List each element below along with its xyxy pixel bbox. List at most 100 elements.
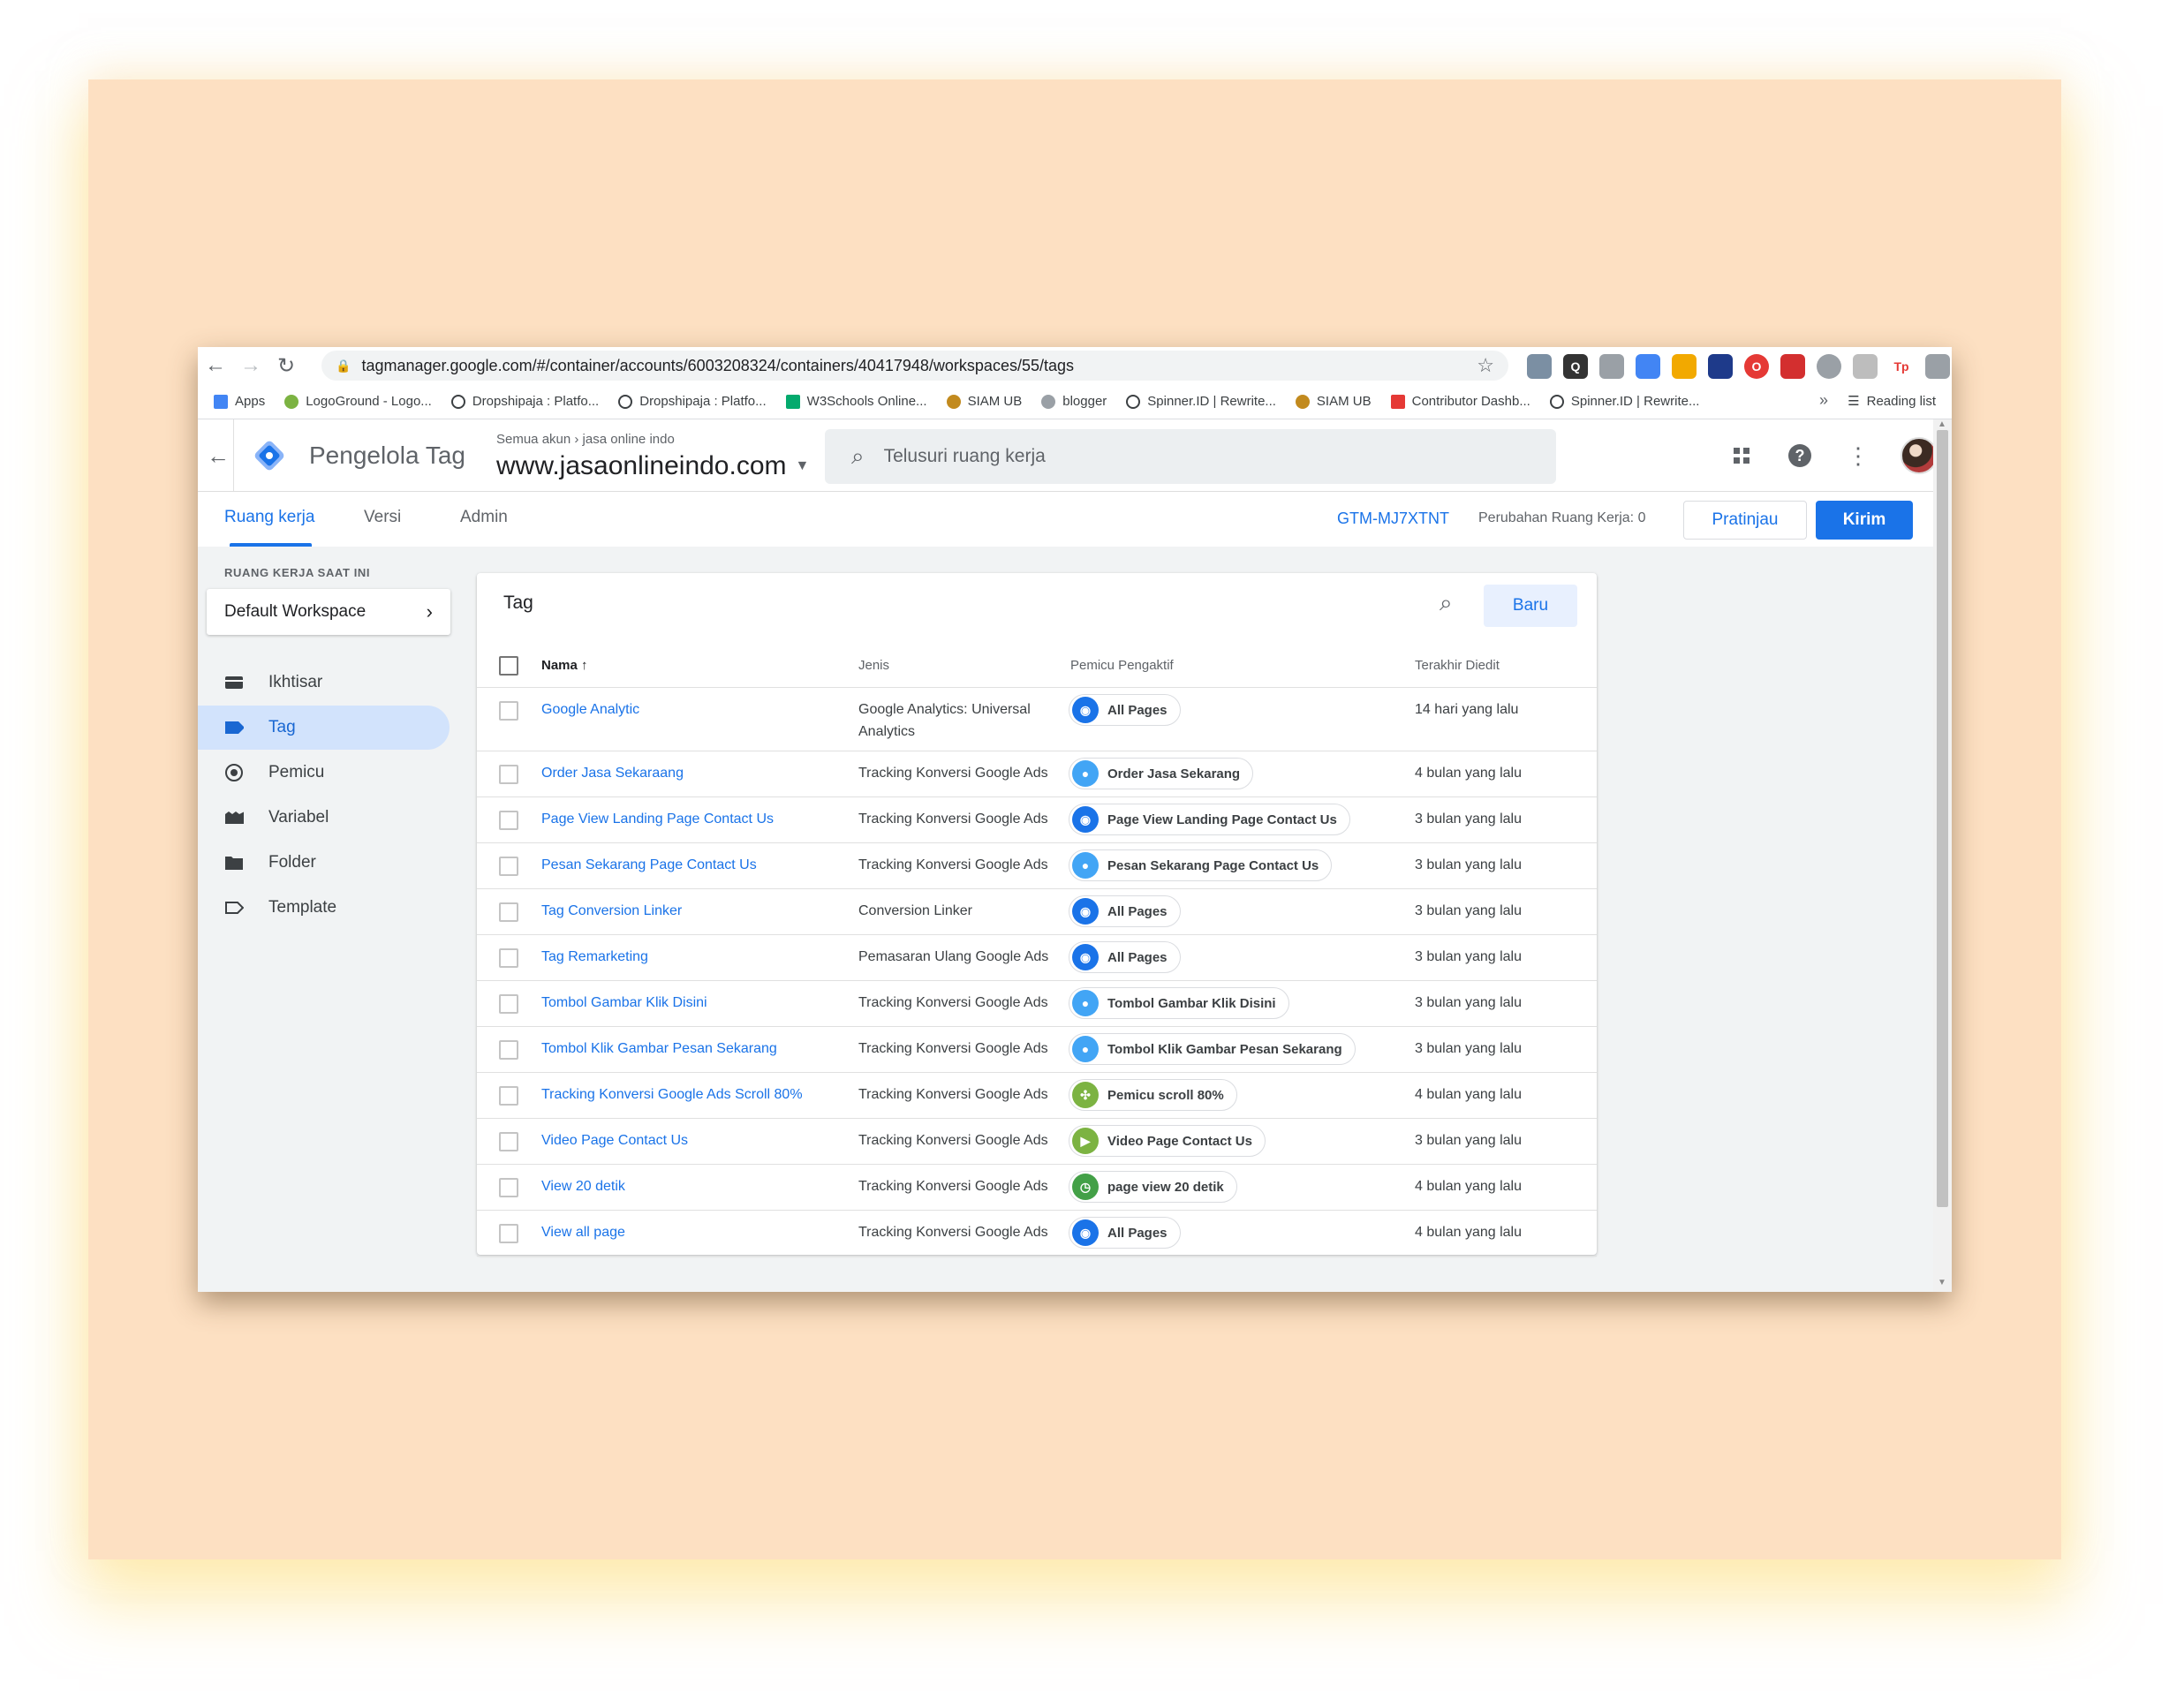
- tag-name-link[interactable]: Order Jasa Sekaraang: [541, 766, 684, 781]
- workspace-search[interactable]: ⌕ Telusuri ruang kerja: [825, 429, 1556, 484]
- tag-name-link[interactable]: Google Analytic: [541, 702, 639, 718]
- sidebar-item-template[interactable]: Template: [198, 886, 450, 930]
- tag-name-link[interactable]: Page View Landing Page Contact Us: [541, 812, 774, 827]
- extension-icon[interactable]: [1853, 354, 1878, 379]
- trigger-chip[interactable]: ◉ All Pages: [1069, 694, 1181, 726]
- back-arrow-icon[interactable]: ←: [207, 442, 230, 470]
- scroll-down-icon[interactable]: ▼: [1938, 1278, 1946, 1287]
- table-row[interactable]: Pesan Sekarang Page Contact Us Tracking K…: [477, 843, 1597, 889]
- column-type[interactable]: Jenis: [858, 658, 889, 673]
- back-nav-icon[interactable]: ←: [198, 348, 233, 383]
- sidebar-item-folder[interactable]: Folder: [198, 841, 450, 885]
- reload-icon[interactable]: ↻: [268, 348, 304, 383]
- trigger-chip[interactable]: ▶ Video Page Contact Us: [1069, 1125, 1266, 1157]
- table-row[interactable]: View all page Tracking Konversi Google Ad…: [477, 1211, 1597, 1257]
- new-tag-button[interactable]: Baru: [1484, 585, 1577, 627]
- table-row[interactable]: Tombol Gambar Klik Disini Tracking Konver…: [477, 981, 1597, 1027]
- sidebar-item-variable[interactable]: Variabel: [198, 796, 450, 840]
- trigger-chip[interactable]: ◉ All Pages: [1069, 1217, 1181, 1249]
- row-checkbox[interactable]: [499, 1132, 518, 1151]
- user-avatar[interactable]: [1901, 437, 1938, 474]
- trigger-chip[interactable]: ✣ Pemicu scroll 80%: [1069, 1079, 1237, 1111]
- bookmark-item[interactable]: blogger: [1041, 394, 1107, 409]
- reading-list-button[interactable]: ☰ Reading list: [1848, 393, 1936, 410]
- tab-versions[interactable]: Versi: [364, 508, 401, 527]
- select-all-checkbox[interactable]: [499, 656, 518, 676]
- extension-icon[interactable]: [1599, 354, 1624, 379]
- tab-admin[interactable]: Admin: [460, 508, 508, 527]
- trigger-chip[interactable]: ● Pesan Sekarang Page Contact Us: [1069, 849, 1333, 881]
- row-checkbox[interactable]: [499, 1178, 518, 1197]
- forward-nav-icon[interactable]: →: [233, 348, 268, 383]
- extension-icon[interactable]: [1925, 354, 1950, 379]
- sidebar-item-trigger[interactable]: Pemicu: [198, 751, 450, 795]
- row-checkbox[interactable]: [499, 857, 518, 876]
- extension-icon[interactable]: O: [1744, 354, 1769, 379]
- help-icon[interactable]: ?: [1784, 440, 1816, 472]
- extension-icon[interactable]: [1636, 354, 1660, 379]
- row-checkbox[interactable]: [499, 701, 518, 721]
- row-checkbox[interactable]: [499, 994, 518, 1014]
- column-trigger[interactable]: Pemicu Pengaktif: [1070, 658, 1174, 673]
- more-vert-icon[interactable]: ⋮: [1842, 440, 1874, 472]
- preview-button[interactable]: Pratinjau: [1683, 501, 1807, 540]
- search-icon[interactable]: ⌕: [1440, 589, 1453, 617]
- extension-icon[interactable]: [1527, 354, 1552, 379]
- bookmark-item[interactable]: SIAM UB: [946, 394, 1022, 409]
- tag-name-link[interactable]: Video Page Contact Us: [541, 1133, 688, 1149]
- container-selector[interactable]: www.jasaonlineindo.com ▼: [496, 451, 809, 481]
- bookmark-star-icon[interactable]: ☆: [1477, 354, 1494, 377]
- more-bookmarks-icon[interactable]: »: [1819, 391, 1828, 410]
- container-id-link[interactable]: GTM-MJ7XTNT: [1337, 510, 1449, 528]
- extension-icon[interactable]: [1817, 354, 1841, 379]
- trigger-chip[interactable]: ● Tombol Klik Gambar Pesan Sekarang: [1069, 1033, 1356, 1065]
- tag-name-link[interactable]: Pesan Sekarang Page Contact Us: [541, 857, 757, 873]
- table-row[interactable]: Video Page Contact Us Tracking Konversi G…: [477, 1119, 1597, 1165]
- row-checkbox[interactable]: [499, 811, 518, 830]
- bookmark-apps[interactable]: Apps: [214, 394, 265, 409]
- trigger-chip[interactable]: ● Tombol Gambar Klik Disini: [1069, 987, 1289, 1019]
- table-row[interactable]: Tag Conversion Linker Conversion Linker ◉ A…: [477, 889, 1597, 935]
- scroll-up-icon[interactable]: ▲: [1938, 419, 1946, 429]
- tag-name-link[interactable]: Tag Conversion Linker: [541, 903, 682, 919]
- extension-icon[interactable]: [1780, 354, 1805, 379]
- bookmark-item[interactable]: SIAM UB: [1295, 394, 1372, 409]
- tag-name-link[interactable]: View 20 detik: [541, 1179, 625, 1195]
- row-checkbox[interactable]: [499, 765, 518, 784]
- trigger-chip[interactable]: ◉ All Pages: [1069, 895, 1181, 927]
- tag-name-link[interactable]: Tombol Klik Gambar Pesan Sekarang: [541, 1041, 777, 1057]
- bookmark-item[interactable]: LogoGround - Logo...: [284, 394, 432, 409]
- table-row[interactable]: Google Analytic Google Analytics: Univers…: [477, 688, 1597, 751]
- account-breadcrumb[interactable]: Semua akun › jasa online indo: [496, 432, 675, 447]
- tag-name-link[interactable]: Tag Remarketing: [541, 949, 648, 965]
- workspace-selector[interactable]: Default Workspace ›: [207, 589, 450, 635]
- tag-name-link[interactable]: Tracking Konversi Google Ads Scroll 80%: [541, 1087, 803, 1103]
- trigger-chip[interactable]: ◉ Page View Landing Page Contact Us: [1069, 804, 1350, 835]
- tag-name-link[interactable]: Tombol Gambar Klik Disini: [541, 995, 707, 1011]
- trigger-chip[interactable]: ● Order Jasa Sekarang: [1069, 758, 1254, 789]
- bookmark-item[interactable]: Spinner.ID | Rewrite...: [1126, 394, 1276, 409]
- bookmark-item[interactable]: Spinner.ID | Rewrite...: [1549, 394, 1699, 409]
- apps-grid-icon[interactable]: [1726, 440, 1757, 472]
- column-name[interactable]: Nama ↑: [541, 658, 588, 673]
- extension-icon[interactable]: Q: [1563, 354, 1588, 379]
- trigger-chip[interactable]: ◉ All Pages: [1069, 941, 1181, 973]
- scrollbar-thumb[interactable]: [1937, 430, 1948, 1207]
- table-row[interactable]: Tombol Klik Gambar Pesan Sekarang Trackin…: [477, 1027, 1597, 1073]
- sidebar-item-tag[interactable]: Tag: [198, 706, 450, 750]
- extension-icon[interactable]: [1708, 354, 1733, 379]
- row-checkbox[interactable]: [499, 1040, 518, 1060]
- page-scrollbar[interactable]: ▲ ▼: [1933, 419, 1952, 1292]
- table-row[interactable]: Order Jasa Sekaraang Tracking Konversi Go…: [477, 751, 1597, 797]
- bookmark-item[interactable]: Dropshipaja : Platfo...: [450, 394, 599, 409]
- bookmark-item[interactable]: W3Schools Online...: [785, 394, 927, 409]
- bookmark-item[interactable]: Dropshipaja : Platfo...: [618, 394, 767, 409]
- column-edited[interactable]: Terakhir Diedit: [1415, 658, 1500, 673]
- extension-icon[interactable]: Tp: [1889, 354, 1914, 379]
- table-row[interactable]: View 20 detik Tracking Konversi Google Ad…: [477, 1165, 1597, 1211]
- tag-name-link[interactable]: View all page: [541, 1225, 625, 1241]
- row-checkbox[interactable]: [499, 1086, 518, 1106]
- table-row[interactable]: Tracking Konversi Google Ads Scroll 80% T…: [477, 1073, 1597, 1119]
- sidebar-item-overview[interactable]: Ikhtisar: [198, 661, 450, 705]
- bookmark-item[interactable]: Contributor Dashb...: [1390, 394, 1530, 409]
